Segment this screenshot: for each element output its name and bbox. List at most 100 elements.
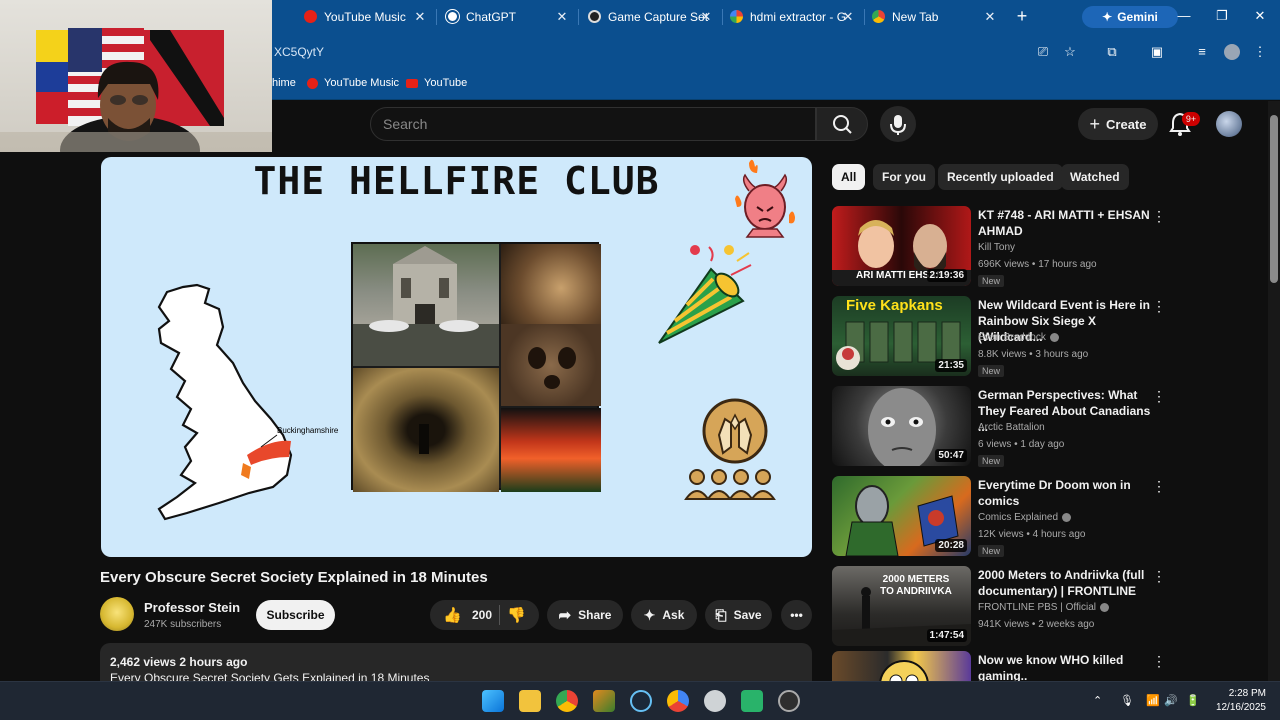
bookmark-item[interactable]: hime: [272, 77, 296, 89]
chip-recently-uploaded[interactable]: Recently uploaded: [938, 164, 1063, 190]
window-close-button[interactable]: ✕: [1248, 6, 1272, 26]
recommendation-channel[interactable]: Kill Tony: [978, 242, 1015, 253]
chip-for-you[interactable]: For you: [873, 164, 935, 190]
app-icon[interactable]: [741, 690, 763, 712]
sparkle-icon: ✦: [1102, 10, 1113, 24]
video-title: Every Obscure Secret Society Explained i…: [100, 569, 488, 586]
video-thumbnail[interactable]: ARI MATTI EHSAN 2:19:36: [832, 206, 971, 286]
subscribe-button[interactable]: Subscribe: [256, 600, 335, 630]
channel-label: Comics Explained: [978, 512, 1059, 523]
bookmark-youtube-music[interactable]: YouTube Music: [307, 77, 399, 89]
search-button[interactable]: [816, 107, 868, 141]
kebab-menu-icon[interactable]: ⋮: [1252, 44, 1268, 60]
tab-chatgpt[interactable]: ChatGPT ✕: [440, 4, 574, 30]
page-scrollbar[interactable]: [1268, 101, 1280, 681]
video-thumbnail[interactable]: 50:47: [832, 386, 971, 466]
obs-icon[interactable]: [704, 690, 726, 712]
chevron-up-icon[interactable]: ⌃: [1093, 694, 1102, 707]
new-tab-button[interactable]: +: [1012, 6, 1032, 26]
kebab-menu-icon[interactable]: ⋮: [1152, 653, 1166, 671]
install-app-icon[interactable]: ⎚: [1035, 44, 1051, 60]
voice-search-button[interactable]: [880, 106, 916, 142]
save-button[interactable]: ⎗ Save: [705, 600, 772, 630]
tab-label: hdmi extractor - G: [750, 10, 847, 24]
file-explorer-icon[interactable]: [519, 690, 541, 712]
recommendation-channel[interactable]: Evan Braddock: [978, 332, 1059, 343]
search-input[interactable]: Search: [370, 107, 816, 141]
microphone-icon[interactable]: 🎙: [1120, 694, 1134, 707]
close-icon[interactable]: ✕: [840, 8, 856, 26]
kebab-menu-icon[interactable]: ⋮: [1152, 388, 1166, 406]
kebab-menu-icon[interactable]: ⋮: [1152, 568, 1166, 586]
maximize-button[interactable]: ❐: [1210, 6, 1234, 26]
share-arrow-icon: ➦: [558, 607, 572, 624]
volume-icon[interactable]: 🔊: [1164, 694, 1178, 707]
url-field[interactable]: XC5QytY: [274, 45, 324, 59]
kebab-menu-icon[interactable]: ⋮: [1152, 208, 1166, 226]
chrome-icon[interactable]: [556, 690, 578, 712]
wifi-icon[interactable]: 📶: [1146, 694, 1160, 707]
side-panel-icon[interactable]: ▣: [1149, 44, 1165, 60]
video-player[interactable]: THE HELLFIRE CLUB Buckinghamshire: [101, 157, 812, 557]
extensions-icon[interactable]: ⧉: [1104, 44, 1120, 60]
recommendation-channel[interactable]: FRONTLINE PBS | Official: [978, 602, 1109, 613]
tab-hdmi-extractor[interactable]: hdmi extractor - G ✕: [724, 4, 860, 30]
thumbs-up-icon: 👍: [443, 607, 462, 624]
close-icon[interactable]: ✕: [412, 8, 428, 26]
profile-icon[interactable]: [1224, 44, 1240, 60]
channel-name[interactable]: Professor Stein: [144, 600, 240, 615]
kebab-menu-icon[interactable]: ⋮: [1152, 478, 1166, 496]
video-thumbnail[interactable]: Five Kapkans 21:35: [832, 296, 971, 376]
close-icon[interactable]: ✕: [982, 8, 998, 26]
recommendation-item[interactable]: Five Kapkans 21:35 New Wildcard Event is…: [832, 296, 1252, 380]
scrollbar-thumb[interactable]: [1270, 115, 1278, 283]
recommendation-item[interactable]: 50:47 German Perspectives: What They Fea…: [832, 386, 1252, 470]
recommendation-item[interactable]: 20:28 Everytime Dr Doom won in comics Co…: [832, 476, 1252, 560]
account-avatar[interactable]: [1216, 111, 1242, 137]
app-icon[interactable]: [778, 690, 800, 712]
steam-icon[interactable]: [630, 690, 652, 712]
chip-all[interactable]: All: [832, 164, 866, 190]
app-icon[interactable]: [593, 690, 615, 712]
bookmark-label: YouTube: [424, 77, 468, 89]
bookmark-star-icon[interactable]: ☆: [1062, 44, 1078, 60]
minimize-button[interactable]: —: [1172, 6, 1196, 26]
bookmark-label: hime: [272, 77, 296, 89]
thumbnail-text: 2000 METERS TO ANDRIIVKA: [880, 574, 952, 597]
bookmark-youtube[interactable]: YouTube: [406, 77, 467, 89]
video-thumbnail[interactable]: [832, 651, 971, 681]
close-icon[interactable]: ✕: [554, 8, 570, 26]
more-actions-button[interactable]: •••: [781, 600, 812, 630]
recommendation-title[interactable]: KT #748 - ARI MATTI + EHSAN AHMAD: [978, 207, 1154, 239]
gemini-button[interactable]: ✦ Gemini: [1082, 6, 1178, 28]
tab-new-tab[interactable]: New Tab ✕: [866, 4, 1002, 30]
video-thumbnail[interactable]: 20:28: [832, 476, 971, 556]
media-controls-icon[interactable]: ≡: [1194, 44, 1210, 60]
channel-avatar[interactable]: [100, 597, 134, 631]
chrome-active-icon[interactable]: [667, 690, 689, 712]
kebab-menu-icon[interactable]: ⋮: [1152, 298, 1166, 316]
system-clock[interactable]: 2:28 PM 12/16/2025: [1208, 687, 1266, 715]
video-thumbnail[interactable]: 2000 METERS TO ANDRIIVKA 1:47:54: [832, 566, 971, 646]
recommendation-title[interactable]: Everytime Dr Doom won in comics: [978, 477, 1154, 509]
recommendation-channel[interactable]: Arctic Battalion: [978, 422, 1045, 433]
share-button[interactable]: ➦ Share: [547, 600, 623, 630]
battery-icon[interactable]: 🔋: [1186, 694, 1200, 707]
like-button[interactable]: 👍 200: [443, 606, 492, 624]
ask-button[interactable]: ✦ Ask: [631, 600, 697, 630]
thumbs-down-icon[interactable]: 👎: [507, 606, 526, 624]
close-icon[interactable]: ✕: [698, 8, 714, 26]
create-button[interactable]: + Create: [1078, 108, 1158, 140]
description-box[interactable]: 2,462 views 2 hours ago Every Obscure Se…: [100, 643, 812, 681]
tab-game-capture[interactable]: Game Capture Set ✕: [582, 4, 718, 30]
recommendation-title[interactable]: 2000 Meters to Andriivka (full documenta…: [978, 567, 1154, 599]
recommendation-title[interactable]: Now we know WHO killed gaming..: [978, 652, 1154, 681]
recommendation-item[interactable]: Now we know WHO killed gaming.. ⋮: [832, 651, 1252, 681]
chip-watched[interactable]: Watched: [1061, 164, 1129, 190]
windows-start-icon[interactable]: [482, 690, 504, 712]
recommendation-channel[interactable]: Comics Explained: [978, 512, 1072, 523]
tab-youtube-music[interactable]: YouTube Music ✕: [298, 4, 432, 30]
recommendation-item[interactable]: 2000 METERS TO ANDRIIVKA 1:47:54 2000 Me…: [832, 566, 1252, 650]
verified-icon: [1062, 512, 1072, 522]
recommendation-item[interactable]: ARI MATTI EHSAN 2:19:36 KT #748 - ARI MA…: [832, 206, 1252, 290]
